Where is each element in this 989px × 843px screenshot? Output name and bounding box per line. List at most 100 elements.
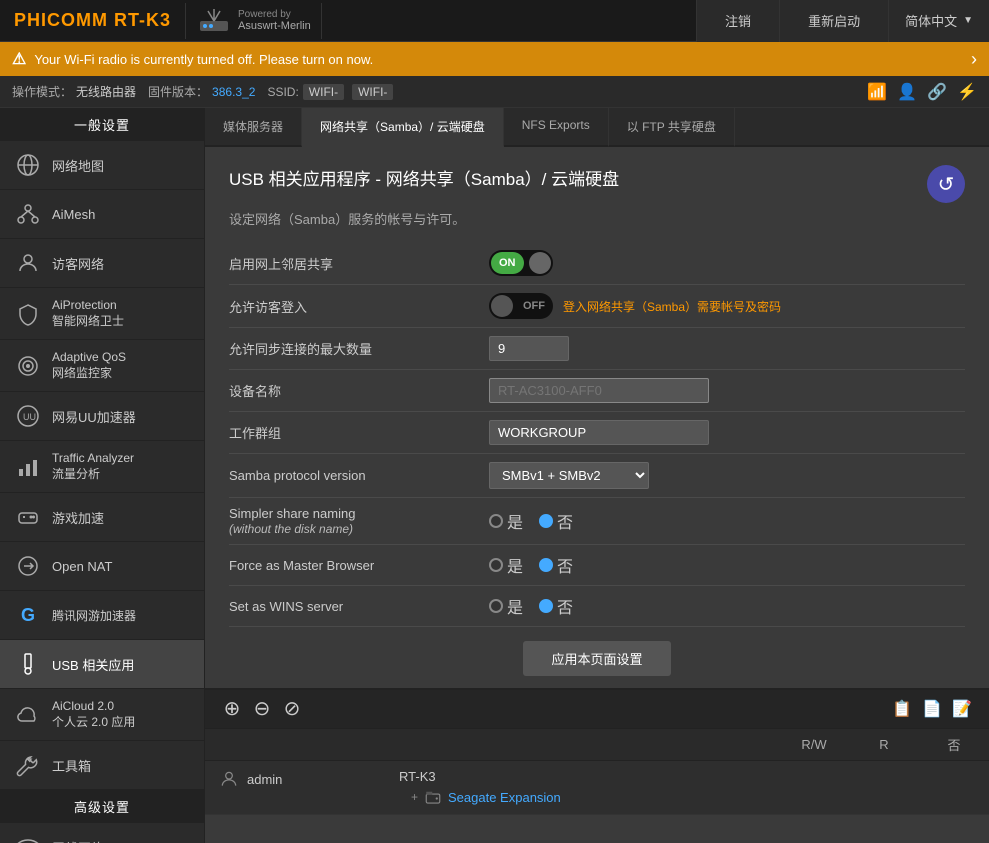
shield-icon [14,300,42,328]
form-label-workgroup: 工作群组 [229,423,469,442]
ssid1-value: WIFI- [303,84,344,100]
sidebar-label: Adaptive QoS 网络监控家 [52,350,126,381]
form-label-samba-protocol: Samba protocol version [229,468,469,483]
mode-value: 无线路由器 [76,83,136,100]
col-r: R [849,729,919,761]
sidebar: 一般设置 网络地图 AiMesh 访客网络 AiP [0,108,205,843]
device-cell: RT-K3 + Seagate Expansion [385,761,779,815]
tools-icon [14,751,42,779]
sidebar-label: 游戏加速 [52,508,104,527]
drive-icon [424,788,442,806]
page-content: USB 相关应用程序 - 网络共享（Samba）/ 云端硬盘 ↺ 设定网络（Sa… [205,147,989,688]
sidebar-item-network-map[interactable]: 网络地图 [0,141,204,190]
toggle-enable[interactable]: ON [489,250,553,276]
edit-icon-3[interactable]: 📝 [949,696,975,722]
r-cell [849,761,919,815]
wins-server-radio-group: 是 否 [489,594,573,618]
tab-media-server[interactable]: 媒体服务器 [205,108,302,147]
firmware-label: 固件版本： [148,83,208,100]
form-row-enable: 启用网上邻居共享 ON [229,242,965,285]
sidebar-label: Traffic Analyzer 流量分析 [52,451,134,482]
sidebar-item-wangu-uu[interactable]: UU 网易UU加速器 [0,392,204,441]
form-row-workgroup: 工作群组 [229,412,965,454]
sidebar-item-traffic-analyzer[interactable]: Traffic Analyzer 流量分析 [0,441,204,493]
radio-yes-label: 是 [507,594,523,618]
sidebar-item-usb-app[interactable]: USB 相关应用 [0,640,204,689]
uu-icon: UU [14,402,42,430]
sidebar-item-wireless[interactable]: 无线网络 [0,823,204,843]
sidebar-label: 无线网络 [52,838,104,843]
sidebar-item-open-nat[interactable]: Open NAT [0,542,204,591]
firmware-value: 386.3_2 [212,85,255,99]
edit-icon-2[interactable]: 📄 [919,696,945,722]
sidebar-item-adaptive-qos[interactable]: Adaptive QoS 网络监控家 [0,340,204,392]
device-name-input[interactable] [489,378,709,403]
tab-ftp[interactable]: 以 FTP 共享硬盘 [609,108,735,147]
wins-server-yes-radio[interactable]: 是 [489,594,523,618]
alert-arrow-icon[interactable]: › [971,49,977,70]
sidebar-label: 腾讯网游加速器 [52,607,136,624]
powered-by: Powered by Asuswrt-Merlin [185,3,322,39]
max-conn-input[interactable] [489,336,569,361]
simple-naming-no-radio[interactable]: 否 [539,509,573,533]
sidebar-item-tools[interactable]: 工具箱 [0,741,204,790]
force-master-no-radio[interactable]: 否 [539,553,573,577]
form-row-force-master: Force as Master Browser 是 否 [229,545,965,586]
apply-button[interactable]: 应用本页面设置 [523,641,670,676]
sidebar-label: USB 相关应用 [52,655,134,674]
tabs-bar: 媒体服务器 网络共享（Samba）/ 云端硬盘 NFS Exports 以 FT… [205,108,989,147]
samba-protocol-select[interactable]: SMBv1 + SMBv2 SMBv1 SMBv2 [489,462,649,489]
tab-samba[interactable]: 网络共享（Samba）/ 云端硬盘 [302,108,504,147]
page-title: USB 相关应用程序 - 网络共享（Samba）/ 云端硬盘 [229,165,619,190]
form-label-device-name: 设备名称 [229,381,469,400]
expand-icon[interactable]: + [411,790,418,804]
mesh-icon [14,200,42,228]
usb-app-icon [14,650,42,678]
col-rw: R/W [779,729,849,761]
form-label-enable: 启用网上邻居共享 [229,254,469,273]
add-button[interactable]: ⊕ [219,696,245,722]
ssid-label: SSID: [267,85,298,99]
cancel-row-button[interactable]: ⊘ [279,696,305,722]
sidebar-label: 网络地图 [52,156,104,175]
general-section-title: 一般设置 [0,108,204,141]
language-button[interactable]: 简体中文 ▼ [888,0,989,42]
sidebar-item-aiprotection[interactable]: AiProtection 智能网络卫士 [0,288,204,340]
tab-nfs[interactable]: NFS Exports [504,108,609,147]
wifi-icon: 📶 [867,82,887,102]
rw-cell [779,761,849,815]
sidebar-item-game-boost[interactable]: 游戏加速 [0,493,204,542]
sidebar-label: AiCloud 2.0 个人云 2.0 应用 [52,699,135,730]
sidebar-label: 访客网络 [52,254,104,273]
alert-bar: ⚠ Your Wi-Fi radio is currently turned o… [0,42,989,76]
form-label-max-conn: 允许同步连接的最大数量 [229,339,469,358]
form-row-device-name: 设备名称 [229,370,965,412]
network-icon: 🔗 [927,82,947,102]
table-row[interactable]: admin RT-K3 + Seagate Expansion [205,761,989,815]
force-master-yes-radio[interactable]: 是 [489,553,523,577]
sidebar-label: Open NAT [52,559,112,574]
wins-server-no-radio[interactable]: 否 [539,594,573,618]
tencent-icon: G [14,601,42,629]
radio-yes-label: 是 [507,509,523,533]
sidebar-item-aimesh[interactable]: AiMesh [0,190,204,239]
remove-button[interactable]: ⊖ [249,696,275,722]
drive-row: + Seagate Expansion [411,788,765,806]
cloud-icon [14,701,42,729]
guest-hint: 登入网络共享（Samba）需要帐号及密码 [563,298,781,315]
cancel-button[interactable]: 注销 [696,0,779,42]
radio-yes-label: 是 [507,553,523,577]
form-label-wins-server: Set as WINS server [229,599,469,614]
radio-no-label: 否 [557,553,573,577]
restart-button[interactable]: 重新启动 [779,0,888,42]
toggle-guest[interactable]: OFF [489,293,553,319]
back-button[interactable]: ↺ [927,165,965,203]
simple-naming-yes-radio[interactable]: 是 [489,509,523,533]
workgroup-input[interactable] [489,420,709,445]
edit-icon-1[interactable]: 📋 [889,696,915,722]
col-user [205,729,385,761]
sidebar-item-tencent-boost[interactable]: G 腾讯网游加速器 [0,591,204,640]
sidebar-item-aicloud[interactable]: AiCloud 2.0 个人云 2.0 应用 [0,689,204,741]
user-cell: admin [205,761,385,815]
sidebar-item-guest-network[interactable]: 访客网络 [0,239,204,288]
